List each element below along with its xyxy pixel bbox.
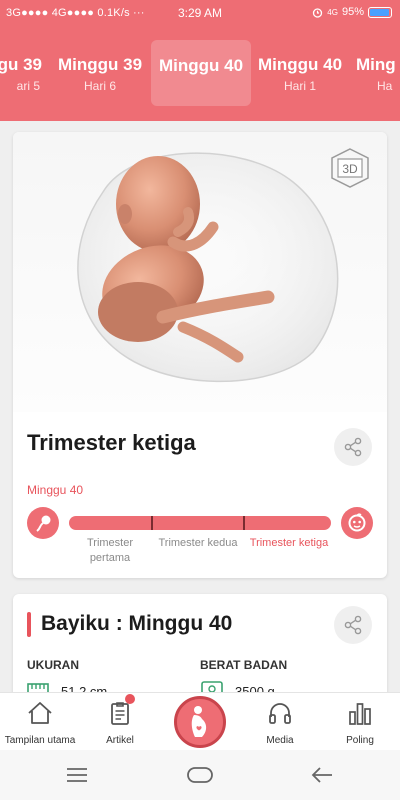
nav-media-label: Media [266,735,294,746]
fetus-head [116,156,200,252]
nav-home[interactable]: Tampilan utama [0,693,80,751]
status-right: 4G 95% [312,6,392,18]
headphones-icon [269,703,291,724]
nav-polls-label: Poling [346,735,374,746]
status-bar: 3G●●●● 4G●●●● 0.1K/s ··· 3:29 AM 4G 95% [0,0,400,26]
battery-icon [368,6,392,18]
app-header: 3G●●●● 4G●●●● 0.1K/s ··· 3:29 AM 4G 95% … [0,0,400,121]
fetus-ear [118,204,132,224]
tab-week-40-day-1[interactable]: Minggu 40 Hari 1 [250,40,350,106]
nav-media[interactable]: Media [240,693,320,751]
trimester-progress-bar [69,516,331,530]
tab-week-label: Minggu 40 [158,56,244,75]
tab-day-label: Ha [377,79,393,93]
tab-week-next[interactable]: Ming Ha [350,40,400,106]
pregnancy-center-button[interactable] [174,696,226,748]
tab-week-label: Minggu 39 [57,55,143,74]
nav-polls[interactable]: Poling [320,693,400,751]
nav-home-label: Tampilan utama [4,735,76,746]
size-label: UKURAN [27,658,79,672]
alarm-icon [313,7,323,18]
back-arrow-icon[interactable] [311,766,333,784]
progress-divider [243,516,245,530]
nav-articles-label: Artikel [106,735,134,746]
fetus-3d-view[interactable]: 3D [13,132,387,412]
title-accent-bar [27,612,31,637]
progress-divider [151,516,153,530]
tab-day-label: Hari 6 [83,79,116,93]
trimester-second-label: Trimester kedua [158,537,238,549]
home-icon [28,702,52,724]
tab-week-39-day-5[interactable]: gu 39 ari 5 [0,40,50,106]
trimester-title: Trimester ketiga [27,430,196,455]
tab-week-40-active[interactable]: Minggu 40 [151,40,251,106]
nav-articles[interactable]: Artikel [80,693,160,751]
week-tabs[interactable]: gu 39 ari 5 Minggu 39 Hari 6 Minggu 40 M… [0,40,400,106]
home-pill-icon[interactable] [187,767,213,783]
tab-week-39-day-6[interactable]: Minggu 39 Hari 6 [50,40,150,106]
share-icon [344,615,362,635]
3d-cube-icon[interactable]: 3D [328,146,372,190]
3d-label: 3D [342,162,358,176]
weight-label: BERAT BADAN [200,658,288,672]
trimester-third-label: Trimester ketiga [249,537,329,549]
battery-percent: 95% [341,6,364,18]
share-button[interactable] [334,606,372,644]
sperm-icon [27,507,59,539]
share-icon [344,437,362,457]
menu-icon[interactable] [66,767,88,783]
share-button[interactable] [334,428,372,466]
tab-week-label: Minggu 40 [257,55,343,74]
articles-notification-dot [125,694,135,704]
pregnant-woman-icon [191,706,207,737]
baby-week-title: Bayiku : Minggu 40 [41,612,233,635]
status-network: 4G [327,7,338,17]
system-navigation-bar [0,750,400,800]
baby-face-icon [341,507,373,539]
bar-chart-icon [349,703,371,725]
tab-day-label: Hari 1 [283,79,316,93]
tab-week-label: gu 39 [0,55,42,74]
tab-week-label: Ming [356,55,396,74]
trimester-card: 3D Trimester ketiga Minggu 40 Trimester … [13,132,387,578]
current-week-label: Minggu 40 [27,483,84,497]
trimester-first-label: Trimester pertama [86,537,134,564]
tab-day-label: ari 5 [16,79,40,93]
